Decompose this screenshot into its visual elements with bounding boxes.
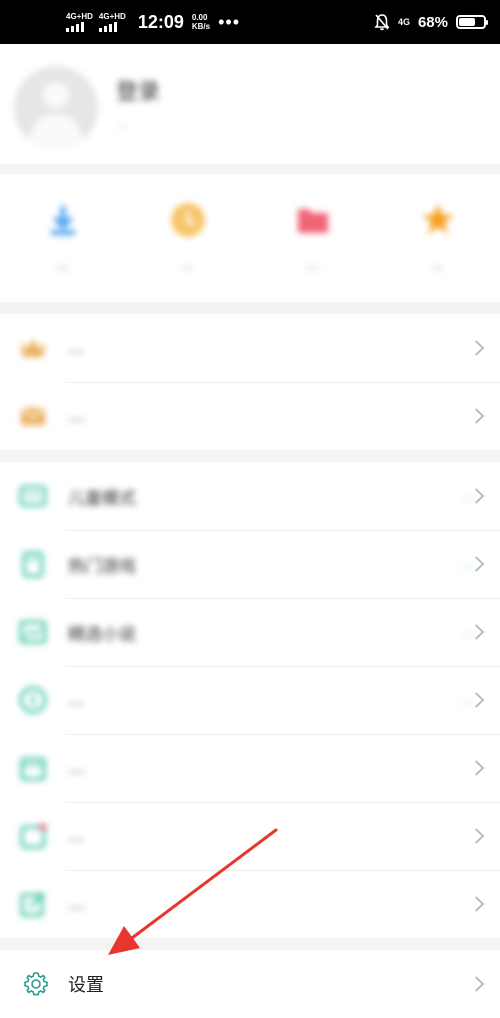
menu-group-features: 儿童模式 ... 热门游戏 ... 精选小说 ... ... ... ... .… — [0, 462, 500, 938]
login-subtitle: ... — [116, 116, 128, 130]
quick-actions: ... ... ... ... — [0, 174, 500, 302]
clock-icon — [170, 203, 205, 237]
game-icon — [22, 551, 44, 578]
edit-icon — [20, 891, 46, 917]
menu-item-membership[interactable]: ... — [0, 314, 500, 382]
menu-item-label: ... — [68, 826, 85, 846]
star-icon — [421, 204, 454, 234]
network-label-2: 4G+HD — [98, 11, 126, 21]
menu-item-kids-mode[interactable]: 儿童模式 ... — [0, 462, 500, 530]
quick-action-download[interactable]: ... — [0, 174, 125, 302]
gear-icon — [24, 972, 48, 996]
speed-value: 0.00 — [191, 13, 208, 22]
menu-item-label: ... — [68, 894, 85, 914]
menu-item-feedback[interactable]: ... — [0, 870, 500, 938]
menu-item-label: 精选小说 — [68, 624, 136, 645]
quick-action-local[interactable]: ... — [250, 174, 375, 302]
menu-item-hot-games[interactable]: 热门游戏 ... — [0, 530, 500, 598]
menu-item-no-ads[interactable]: ... — [0, 802, 500, 870]
avatar[interactable] — [14, 66, 98, 150]
settings-label: 设置 — [68, 975, 104, 996]
menu-item-checkin[interactable]: ... — [0, 734, 500, 802]
chevron-right-icon — [468, 760, 485, 776]
folder-icon — [297, 209, 328, 233]
kids-icon — [19, 485, 47, 507]
chevron-right-icon — [468, 976, 485, 992]
menu-group-membership: ... ... — [0, 314, 500, 450]
chevron-right-icon — [468, 828, 485, 844]
signal-2: 4G+HD — [98, 11, 126, 32]
battery-percent: 68% — [417, 13, 448, 31]
clock: 12:09 — [137, 11, 184, 32]
menu-item-label: 热门游戏 — [68, 556, 136, 577]
signal-bars-icon — [98, 21, 117, 32]
menu-item-label: 儿童模式 — [68, 488, 136, 509]
network-4g-label: 4G — [397, 16, 410, 27]
chevron-right-icon — [468, 896, 485, 912]
menu-item-member-mail[interactable]: ... — [0, 382, 500, 450]
menu-item-label: ... — [68, 338, 85, 358]
network-label-1: 4G+HD — [66, 11, 93, 21]
menu-item-label: ... — [68, 406, 85, 426]
quick-action-label: ... — [431, 258, 444, 273]
chevron-right-icon — [468, 408, 485, 424]
quick-action-favorites[interactable]: ... — [375, 174, 500, 302]
more-notifications-icon: ••• — [218, 11, 240, 32]
speed-unit: KB/s — [191, 22, 211, 31]
signal-1: 4G+HD — [66, 11, 93, 32]
bell-muted-icon — [374, 14, 390, 31]
battery-icon — [456, 15, 488, 29]
quick-action-label: ... — [56, 258, 69, 273]
mail-icon — [20, 407, 46, 425]
menu-item-settings[interactable]: 设置 — [0, 950, 500, 1018]
download-icon — [50, 206, 75, 235]
chevron-right-icon — [468, 340, 485, 356]
login-title[interactable]: 登录 — [116, 74, 160, 106]
signal-bars-icon — [66, 21, 84, 32]
status-bar: 4G+HD 4G+HD 12:09 0.00 KB/s ••• 4G 68% — [0, 0, 500, 44]
book-icon — [19, 620, 47, 644]
menu-item-novels[interactable]: 精选小说 ... — [0, 598, 500, 666]
quick-action-label: ... — [181, 258, 194, 273]
coin-icon — [19, 686, 47, 714]
profile-header[interactable]: 登录 ... — [0, 44, 500, 164]
menu-item-label: ... — [68, 758, 85, 778]
battery-level — [459, 18, 476, 26]
quick-action-history[interactable]: ... — [125, 174, 250, 302]
ad-icon — [20, 823, 47, 849]
menu-item-label: ... — [68, 690, 85, 710]
menu-item-coins[interactable]: ... ... — [0, 666, 500, 734]
calendar-icon — [20, 757, 46, 781]
crown-icon — [21, 339, 45, 357]
quick-action-label: ... — [306, 258, 319, 273]
network-speed: 0.00 KB/s — [192, 13, 210, 31]
